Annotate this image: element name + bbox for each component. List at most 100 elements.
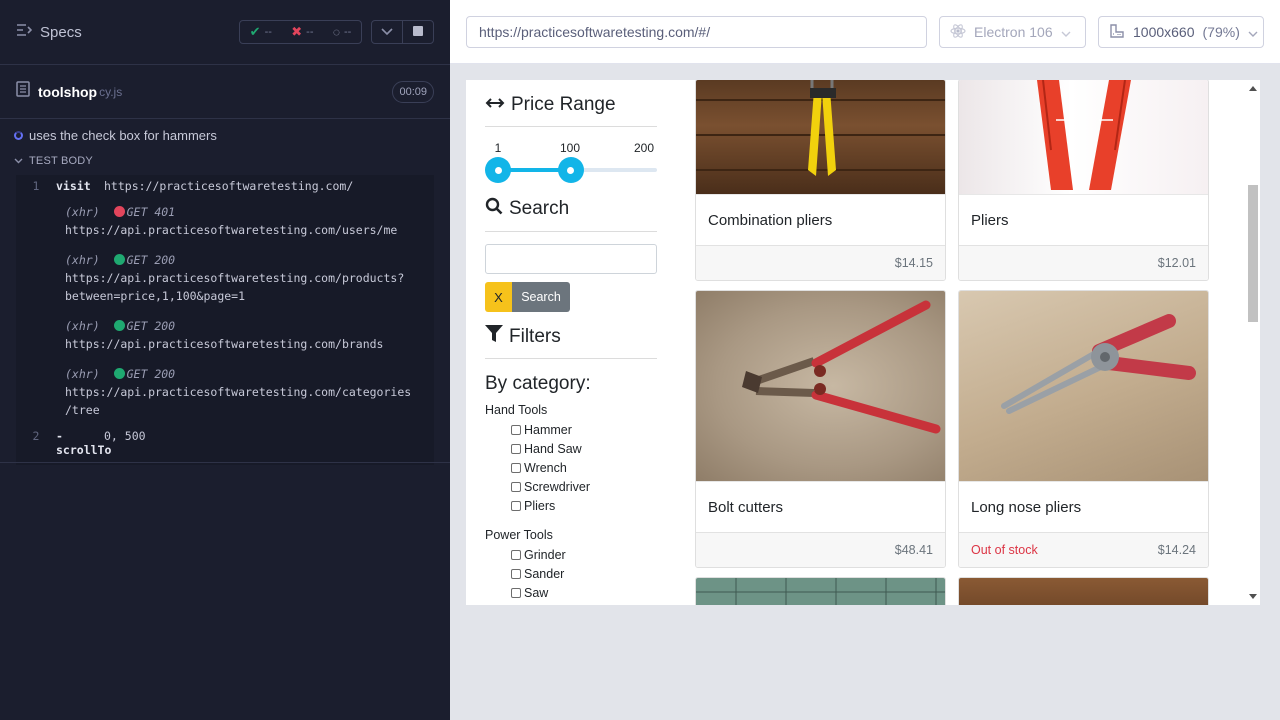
checkbox[interactable] [511,500,521,511]
category-checkbox-grinder[interactable]: Grinder [485,545,657,564]
checkbox[interactable] [511,568,521,579]
runner-controls [371,20,434,44]
failed-stat: ✖ -- [291,24,314,39]
test-title: uses the check box for hammers [29,127,217,143]
browser-name: Electron 106 [974,24,1053,40]
product-card[interactable]: Long nose pliers Out of stock $14.24 [958,290,1209,568]
product-card[interactable]: Bolt cutters $48.41 [695,290,946,568]
command-number: 1 [32,179,40,193]
expand-button[interactable] [372,21,402,43]
xhr-url: https://api.practicesoftwaretesting.com/… [65,271,405,303]
checkbox[interactable] [511,549,521,560]
category-checkbox-saw[interactable]: Saw [485,583,657,602]
command-number: 2 [32,429,40,443]
xhr-tag: (xhr) [65,205,100,219]
xhr-row[interactable]: (xhr) GET 200 https://api.practicesoftwar… [16,359,434,425]
spec-header: toolshop cy.js 00:09 [0,65,450,119]
xhr-url: https://api.practicesoftwaretesting.com/… [65,337,384,351]
range-max-label: 200 [633,141,655,155]
product-footer: $12.01 [959,245,1208,280]
document-icon [16,81,30,102]
slider-max-handle[interactable] [557,157,584,183]
search-button[interactable]: Search [512,282,570,312]
scrollbar-thumb[interactable] [1248,185,1258,322]
price-range-slider[interactable] [485,157,657,183]
xhr-method: GET 200 [126,367,176,381]
specs-label: Specs [40,23,82,41]
scroll-up-icon[interactable] [1249,86,1257,91]
scroll-down-icon[interactable] [1249,594,1257,599]
passed-stat: ✔ -- [249,24,272,39]
xhr-tag: (xhr) [65,253,100,267]
price-range-title: Price Range [485,94,657,116]
command-row[interactable]: 1 visit https://practicesoftwaretesting.… [16,175,434,197]
product-price: $14.15 [894,256,933,270]
xhr-url: https://api.practicesoftwaretesting.com/… [65,385,412,417]
product-card[interactable]: Combination pliers $14.15 [695,80,946,281]
spec-ext: cy.js [99,84,123,99]
xhr-row[interactable]: (xhr) GET 200 https://api.practicesoftwar… [16,311,434,359]
test-body-label: TEST BODY [29,155,93,167]
status-dot-icon [113,206,125,217]
product-name: Combination pliers [696,194,945,245]
product-card[interactable]: Pliers $12.01 [958,80,1209,281]
status-dot-icon [113,368,125,379]
category-checkbox-screwdriver[interactable]: Screwdriver [485,477,657,496]
product-image [696,80,945,194]
chevron-down-icon [381,23,393,41]
product-image [696,291,945,481]
url-bar[interactable]: https://practicesoftwaretesting.com/#/ [466,16,927,48]
chevron-down-icon [1248,24,1258,40]
pending-stat: ◌ -- [332,25,352,39]
viewport-selector[interactable]: 1000x660 (79%) [1098,16,1264,48]
chevron-down-icon [14,155,23,167]
category-group-label: Power Tools [485,528,553,542]
category-checkbox-hammer[interactable]: Hammer [485,420,657,439]
product-card[interactable] [958,577,1209,605]
search-title: Search [485,197,657,221]
command-name: -scrollTo [56,429,112,457]
slider-min-handle[interactable] [485,157,511,183]
check-icon: ✔ [249,24,261,39]
product-card[interactable] [695,577,946,605]
scrollbar[interactable] [1246,80,1260,605]
search-input[interactable] [485,244,657,274]
specs-toggle[interactable]: Specs [16,23,82,41]
product-price: $12.01 [1157,256,1196,270]
product-footer: Out of stock $14.24 [959,532,1208,567]
category-group-label: Hand Tools [485,403,548,417]
product-name: Long nose pliers [959,481,1208,532]
command-message: 0, 500 [104,429,146,443]
test-body-header[interactable]: TEST BODY [0,149,450,173]
divider [485,231,657,232]
category-checkbox-pliers[interactable]: Pliers [485,496,657,515]
product-footer: $14.15 [696,245,945,280]
running-spinner-icon [14,130,23,140]
test-title-row[interactable]: uses the check box for hammers [0,121,450,149]
checkbox[interactable] [511,481,521,492]
stop-button[interactable] [402,21,433,43]
command-name: visit [56,179,91,193]
cypress-runner-panel: Specs ✔ -- ✖ -- ◌ -- toolshop cy.js 00:09 u… [0,0,450,720]
url-text: https://practicesoftwaretesting.com/#/ [479,24,711,40]
viewport-size: 1000x660 [1133,24,1195,40]
stock-status: Out of stock [971,543,1038,557]
checkbox[interactable] [511,462,521,473]
checkbox[interactable] [511,424,521,435]
stop-icon [413,23,423,41]
category-checkbox-sander[interactable]: Sander [485,564,657,583]
command-row[interactable]: 2 -scrollTo 0, 500 [16,425,434,461]
product-image [959,578,1208,605]
browser-selector[interactable]: Electron 106 [939,16,1086,48]
filters-title: Filters [485,325,657,348]
zoom-level: (79%) [1202,24,1240,40]
ruler-icon [1109,23,1125,42]
checkbox[interactable] [511,443,521,454]
checkbox[interactable] [511,587,521,598]
xhr-row[interactable]: (xhr) GET 200 https://api.practicesoftwar… [16,245,434,311]
clear-search-button[interactable]: X [485,282,512,312]
category-checkbox-wrench[interactable]: Wrench [485,458,657,477]
by-category-heading: By category: [485,373,591,394]
xhr-row[interactable]: (xhr) GET 401 https://api.practicesoftwar… [16,197,434,245]
category-checkbox-hand-saw[interactable]: Hand Saw [485,439,657,458]
